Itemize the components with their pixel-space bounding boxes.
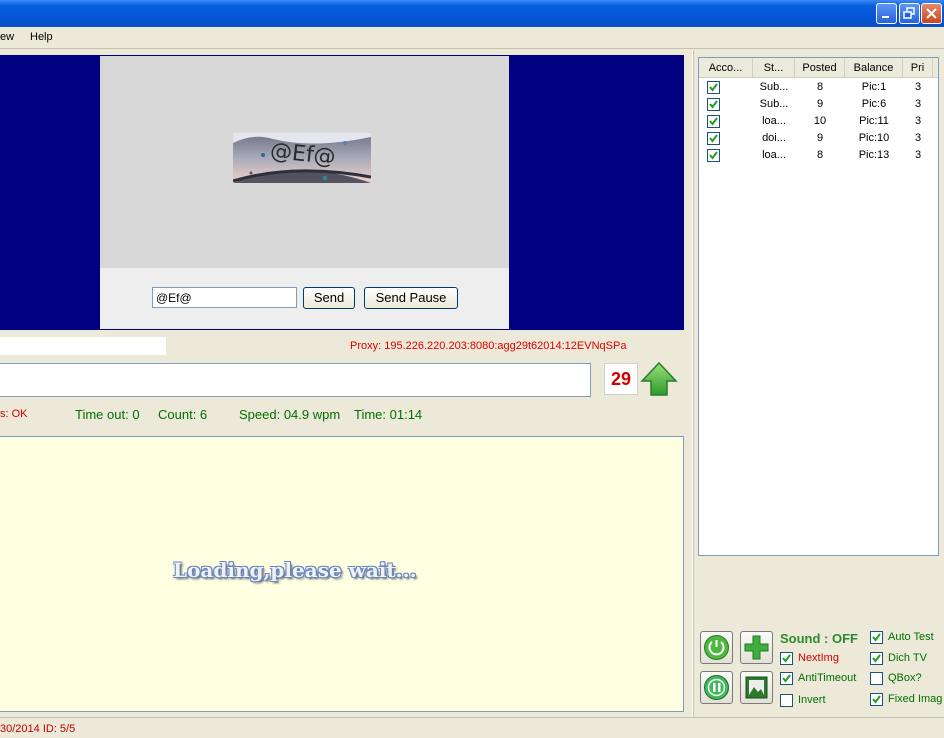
column-header-balance[interactable]: Balance (845, 58, 903, 78)
minimize-button[interactable] (876, 3, 897, 24)
checkmark-icon (709, 134, 718, 143)
row-status: Sub... (759, 81, 789, 93)
table-row[interactable]: Sub... 9 Pic:6 3 (699, 96, 938, 113)
accounts-table[interactable]: Acco... St... Posted Balance Pri Sub... … (698, 57, 939, 556)
autotest-checkbox[interactable] (870, 631, 883, 644)
qbox-checkbox[interactable] (870, 672, 883, 685)
power-icon (704, 635, 729, 660)
captcha-count: Count: 6 (158, 407, 208, 422)
row-balance: Pic:11 (859, 115, 889, 127)
picture-icon (745, 676, 768, 699)
account-checkbox[interactable] (707, 149, 720, 162)
menu-help[interactable]: Help (30, 31, 53, 43)
checkmark-icon (709, 151, 718, 160)
title-bar (0, 0, 944, 27)
pause-button[interactable] (700, 671, 733, 704)
checkmark-icon (709, 83, 718, 92)
autotest-label: Auto Test (888, 631, 934, 643)
connection-status: s: OK (0, 408, 28, 420)
loading-message: Loading,please wait... (173, 558, 417, 582)
minimize-icon (882, 16, 889, 18)
row-status: loa... (762, 115, 786, 127)
row-balance: Pic:1 (861, 81, 887, 93)
row-status: loa... (762, 149, 786, 161)
row-posted: 8 (816, 81, 824, 93)
antitimeout-checkbox[interactable] (780, 672, 793, 685)
upload-arrow-button[interactable] (640, 361, 678, 400)
column-header-priority[interactable]: Pri (903, 58, 933, 78)
power-button[interactable] (700, 631, 733, 664)
row-posted: 9 (816, 132, 824, 144)
elapsed-time: Time: 01:14 (354, 407, 423, 422)
image-button[interactable] (740, 671, 773, 704)
checkmark-icon (872, 654, 881, 663)
row-priority: 3 (914, 81, 922, 93)
captcha-answer-input[interactable] (152, 287, 297, 308)
accounts-table-header: Acco... St... Posted Balance Pri (699, 58, 938, 78)
antitimeout-label: AntiTimeout (798, 672, 857, 684)
row-balance: Pic:6 (861, 98, 887, 110)
table-row[interactable]: doi... 9 Pic:10 3 (699, 130, 938, 147)
table-row[interactable]: loa... 10 Pic:11 3 (699, 113, 938, 130)
table-row[interactable]: Sub... 8 Pic:1 3 (699, 79, 938, 96)
column-header-posted[interactable]: Posted (795, 58, 845, 78)
fixedimage-checkbox[interactable] (870, 693, 883, 706)
pane-splitter[interactable] (692, 50, 694, 717)
account-checkbox[interactable] (707, 115, 720, 128)
dichtv-checkbox[interactable] (870, 652, 883, 665)
sound-toggle[interactable]: Sound : OFF (780, 631, 858, 646)
checkmark-icon (709, 100, 718, 109)
row-priority: 3 (914, 98, 922, 110)
account-checkbox[interactable] (707, 132, 720, 145)
restore-icon (903, 7, 915, 19)
pause-icon (704, 675, 729, 700)
fixedimage-label: Fixed Imag (888, 693, 943, 705)
green-up-arrow-icon (640, 361, 678, 396)
info-field[interactable] (0, 337, 166, 355)
nextimg-label: NextImg (798, 652, 839, 664)
account-checkbox[interactable] (707, 98, 720, 111)
checkmark-icon (782, 654, 791, 663)
row-posted: 8 (816, 149, 824, 161)
add-account-button[interactable] (740, 631, 773, 664)
row-posted: 10 (813, 115, 827, 127)
dichtv-label: Dich TV (888, 652, 927, 664)
timeout-count: Time out: 0 (75, 407, 140, 422)
column-header-account[interactable]: Acco... (699, 58, 753, 78)
checkmark-icon (872, 695, 881, 704)
send-button[interactable]: Send (303, 287, 355, 309)
typing-speed: Speed: 04.9 wpm (239, 407, 341, 422)
account-checkbox[interactable] (707, 81, 720, 94)
row-posted: 9 (816, 98, 824, 110)
table-row[interactable]: loa... 8 Pic:13 3 (699, 147, 938, 164)
row-priority: 3 (914, 149, 922, 161)
invert-label: Invert (798, 694, 826, 706)
send-pause-button[interactable]: Send Pause (364, 287, 458, 309)
close-button[interactable] (921, 3, 942, 24)
qbox-label: QBox? (888, 672, 922, 684)
green-plus-icon (744, 635, 769, 660)
checkmark-icon (782, 674, 791, 683)
countdown-counter: 29 (604, 363, 638, 395)
row-priority: 3 (914, 132, 922, 144)
restore-button[interactable] (899, 3, 920, 24)
row-status: doi... (762, 132, 786, 144)
nextimg-checkbox[interactable] (780, 652, 793, 665)
checkmark-icon (872, 633, 881, 642)
checkmark-icon (709, 117, 718, 126)
message-input[interactable] (0, 363, 591, 397)
menu-bar: ew Help (0, 27, 944, 49)
row-status: Sub... (759, 98, 789, 110)
invert-checkbox[interactable] (780, 694, 793, 707)
close-icon (926, 8, 937, 19)
row-balance: Pic:10 (858, 132, 890, 144)
status-bar-text: 30/2014 ID: 5/5 (0, 723, 76, 735)
row-balance: Pic:13 (858, 149, 890, 161)
menu-view[interactable]: ew (0, 31, 14, 43)
proxy-label: Proxy: 195.226.220.203:8080:agg29t62014:… (350, 340, 627, 352)
column-header-status[interactable]: St... (753, 58, 795, 78)
row-priority: 3 (914, 115, 922, 127)
status-bar: 30/2014 ID: 5/5 (0, 717, 944, 738)
